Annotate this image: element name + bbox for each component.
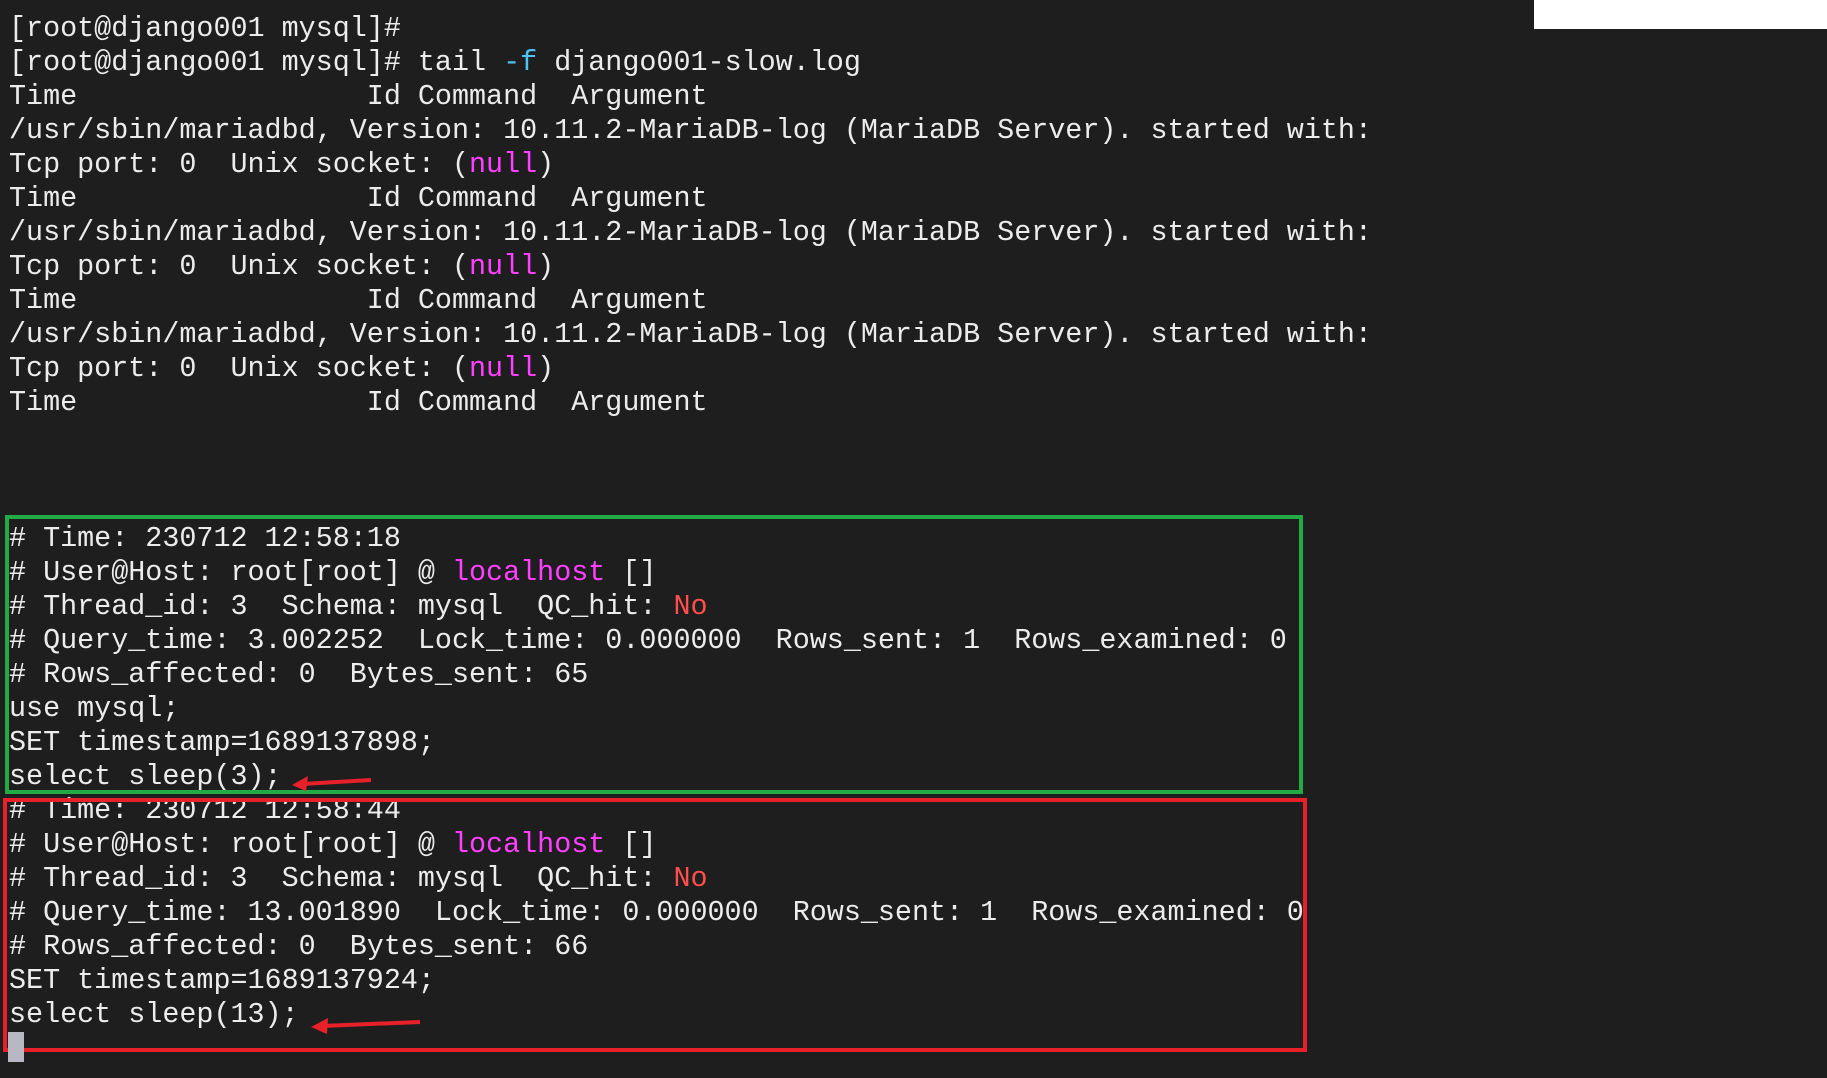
- terminal-line: /usr/sbin/mariadbd, Version: 10.11.2-Mar…: [9, 216, 1372, 250]
- text-segment: django001-slow.log: [537, 46, 861, 79]
- terminal-line: [root@django001 mysql]# tail -f django00…: [9, 46, 1372, 80]
- text-segment: /usr/sbin/mariadbd, Version: 10.11.2-Mar…: [9, 216, 1372, 249]
- text-segment: Time Id Command Argument: [9, 386, 708, 419]
- terminal-cursor: [8, 1032, 24, 1062]
- terminal-line: Tcp port: 0 Unix socket: (null): [9, 352, 1372, 386]
- highlighted-token: null: [469, 148, 538, 181]
- text-segment: ): [537, 250, 555, 283]
- highlight-box-second-query: [3, 798, 1307, 1052]
- terminal-line: /usr/sbin/mariadbd, Version: 10.11.2-Mar…: [9, 318, 1372, 352]
- terminal-line: /usr/sbin/mariadbd, Version: 10.11.2-Mar…: [9, 114, 1372, 148]
- text-segment: Tcp port: 0 Unix socket: (: [9, 148, 470, 181]
- highlighted-token: null: [469, 250, 538, 283]
- terminal-line: Time Id Command Argument: [9, 80, 1372, 114]
- text-segment: Time Id Command Argument: [9, 284, 708, 317]
- text-segment: /usr/sbin/mariadbd, Version: 10.11.2-Mar…: [9, 114, 1372, 147]
- text-segment: ): [537, 352, 555, 385]
- terminal-line: Time Id Command Argument: [9, 386, 1372, 420]
- text-segment: [root@django001 mysql]# tail: [9, 46, 504, 79]
- highlighted-token: -f: [503, 46, 538, 79]
- text-segment: /usr/sbin/mariadbd, Version: 10.11.2-Mar…: [9, 318, 1372, 351]
- terminal-line: Tcp port: 0 Unix socket: (null): [9, 250, 1372, 284]
- text-segment: ): [537, 148, 555, 181]
- text-segment: Time Id Command Argument: [9, 80, 708, 113]
- text-segment: Time Id Command Argument: [9, 182, 708, 215]
- text-segment: Tcp port: 0 Unix socket: (: [9, 250, 470, 283]
- highlighted-token: null: [469, 352, 538, 385]
- window-title-bar-fragment: [1534, 0, 1827, 29]
- terminal-line: Tcp port: 0 Unix socket: (null): [9, 148, 1372, 182]
- terminal-line: Time Id Command Argument: [9, 182, 1372, 216]
- terminal-line: [root@django001 mysql]#: [9, 12, 1372, 46]
- text-segment: Tcp port: 0 Unix socket: (: [9, 352, 470, 385]
- terminal-line: Time Id Command Argument: [9, 284, 1372, 318]
- highlight-box-first-query: [5, 515, 1303, 794]
- text-segment: [root@django001 mysql]#: [9, 12, 401, 45]
- arrow-icon-second-query: [311, 1018, 421, 1034]
